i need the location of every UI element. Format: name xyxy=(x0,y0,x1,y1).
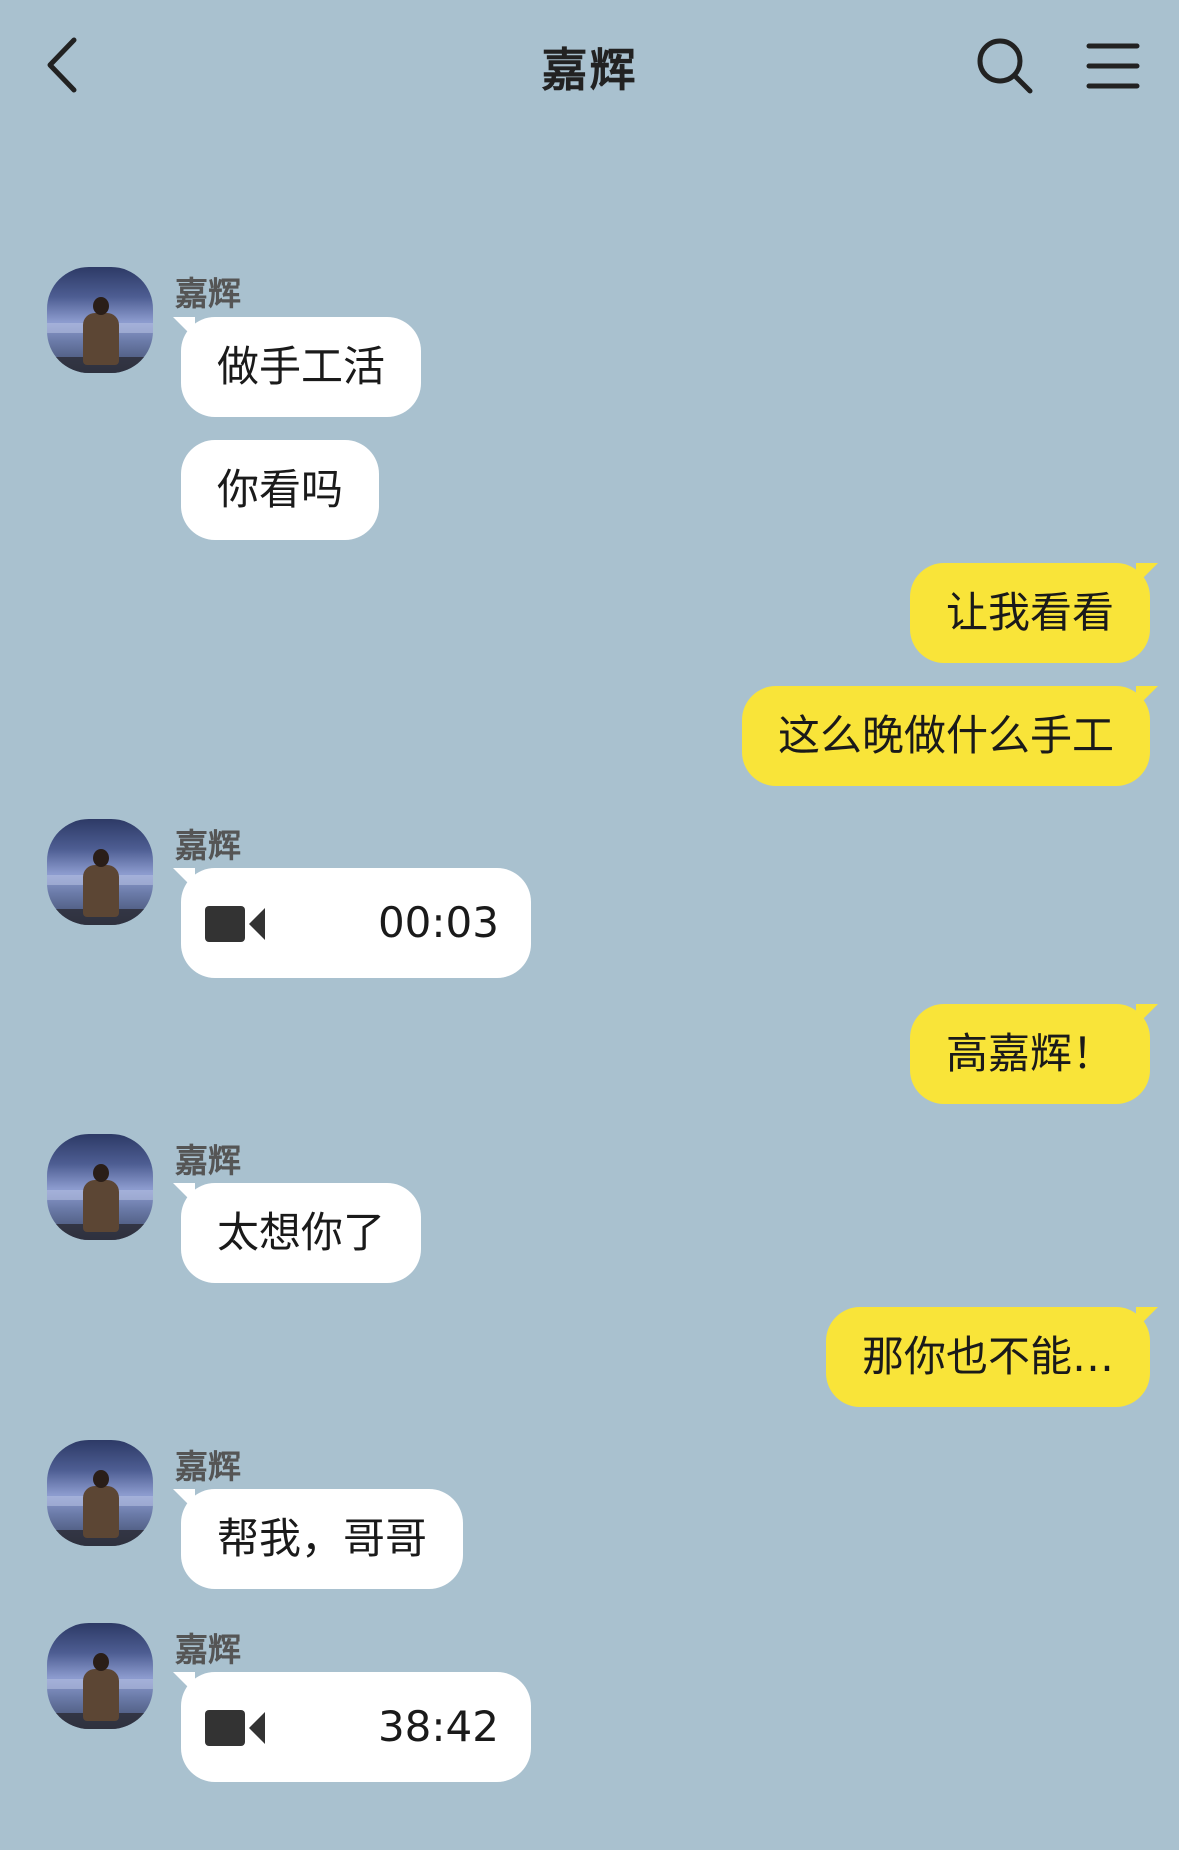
menu-button[interactable] xyxy=(1085,40,1141,92)
sender-name: 嘉辉 xyxy=(175,826,241,865)
avatar[interactable] xyxy=(47,1623,153,1729)
message-text: 做手工活 xyxy=(217,342,386,391)
video-camera-icon xyxy=(205,1710,265,1746)
search-icon xyxy=(977,38,1033,94)
message-bubble[interactable]: 你看吗 xyxy=(181,440,380,540)
avatar[interactable] xyxy=(47,819,153,925)
avatar[interactable] xyxy=(47,1440,153,1546)
message-text: 高嘉辉！ xyxy=(945,1029,1114,1078)
avatar[interactable] xyxy=(47,1134,153,1240)
video-message[interactable]: 38:42 xyxy=(173,1672,531,1782)
message-bubble[interactable]: 高嘉辉！ xyxy=(909,1004,1159,1104)
message-bubble[interactable]: 太想你了 xyxy=(172,1183,422,1283)
message-bubble[interactable]: 那你也不能… xyxy=(825,1307,1159,1407)
message-bubble[interactable]: 帮我，哥哥 xyxy=(172,1489,464,1589)
video-duration: 00:03 xyxy=(377,898,499,947)
message-bubble[interactable]: 让我看看 xyxy=(909,563,1159,663)
message-text: 帮我，哥哥 xyxy=(217,1514,428,1563)
video-camera-icon xyxy=(205,906,265,942)
message-bubble[interactable]: 这么晚做什么手工 xyxy=(741,686,1159,786)
sender-name: 嘉辉 xyxy=(175,1447,241,1486)
sender-name: 嘉辉 xyxy=(175,274,241,313)
sender-name: 嘉辉 xyxy=(175,1141,241,1180)
message-bubble[interactable]: 做手工活 xyxy=(172,317,422,417)
message-text: 这么晚做什么手工 xyxy=(777,711,1114,760)
message-text: 那你也不能… xyxy=(861,1332,1114,1381)
search-button[interactable] xyxy=(975,36,1035,96)
message-text: 你看吗 xyxy=(217,465,344,514)
video-message[interactable]: 00:03 xyxy=(173,868,531,978)
video-duration: 38:42 xyxy=(377,1702,499,1751)
sender-name: 嘉辉 xyxy=(175,1630,241,1669)
message-text: 让我看看 xyxy=(945,588,1114,637)
hamburger-menu-icon xyxy=(1086,43,1140,89)
chat-header: 嘉辉 xyxy=(0,0,1179,135)
message-text: 太想你了 xyxy=(217,1208,386,1257)
avatar[interactable] xyxy=(47,267,153,373)
